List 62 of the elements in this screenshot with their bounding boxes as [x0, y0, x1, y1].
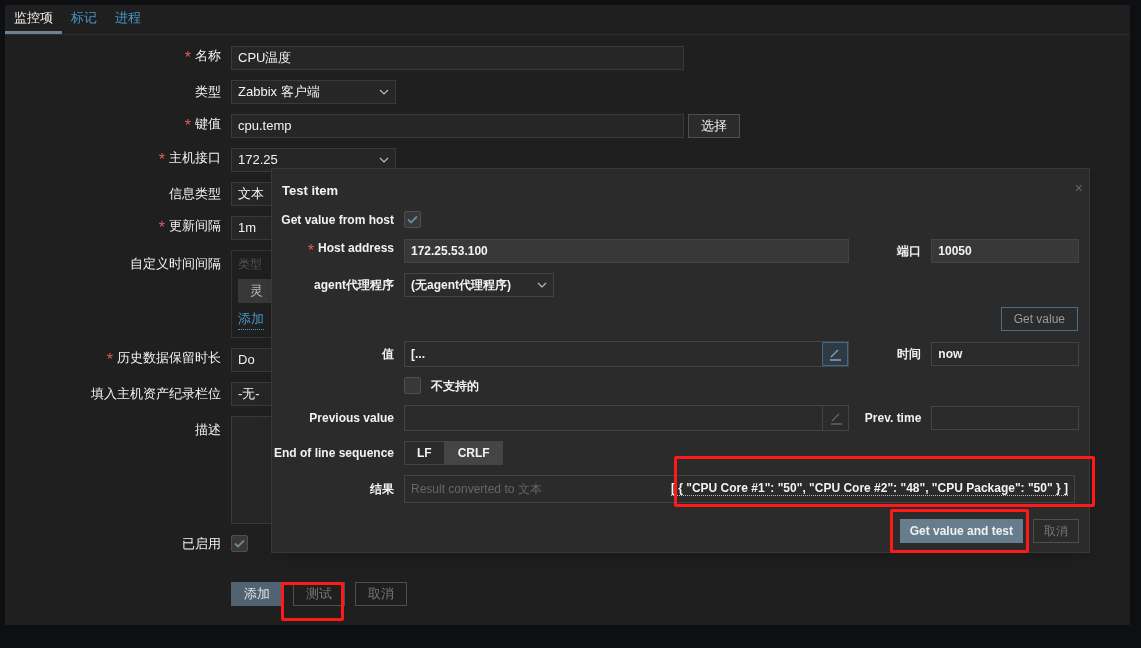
field-label: agent代理程序	[314, 276, 394, 294]
required-mark: *	[307, 240, 314, 261]
tab[interactable]: 进程	[106, 5, 150, 34]
checkbox[interactable]	[404, 211, 421, 228]
check-icon	[407, 215, 418, 224]
action-button[interactable]: 添加	[231, 581, 283, 606]
input-field[interactable]: now	[931, 341, 1079, 366]
input-field[interactable]: CPU温度	[231, 46, 684, 70]
get-value-button[interactable]: Get value	[1000, 306, 1078, 331]
field-label: 时间	[896, 345, 922, 363]
field-label: 更新间隔	[169, 217, 221, 235]
input-field[interactable]	[404, 404, 850, 431]
edit-button[interactable]	[822, 341, 849, 366]
select-field[interactable]: (无agent代理程序)	[404, 272, 554, 297]
action-button[interactable]: 测试	[293, 581, 345, 606]
field-label: 名称	[195, 47, 221, 65]
required-mark: *	[184, 48, 191, 68]
chevron-down-icon	[379, 157, 389, 163]
checkbox[interactable]	[404, 377, 421, 394]
select-button[interactable]: 选择	[688, 114, 740, 138]
segment-button[interactable]: LF	[404, 440, 445, 465]
required-mark: *	[106, 350, 113, 370]
input-field[interactable]: [...	[404, 340, 850, 367]
input-field[interactable]	[931, 405, 1079, 430]
field-label: Prev. time	[863, 409, 922, 427]
field-label: 描述	[195, 421, 221, 439]
field-label: 类型	[195, 83, 221, 102]
field-label: Previous value	[309, 409, 394, 427]
field-label: 信息类型	[169, 185, 221, 204]
select-field[interactable]: Zabbix 客户端	[231, 80, 396, 104]
field-label: 已启用	[182, 535, 221, 553]
input-field[interactable]: 172.25.53.100	[404, 238, 850, 263]
field-label: Get value from host	[281, 211, 394, 229]
chevron-down-icon	[379, 89, 389, 95]
action-button[interactable]: Get value and test	[899, 518, 1023, 543]
highlight-frame	[281, 582, 344, 621]
field-label: End of line sequence	[273, 444, 394, 462]
field-label: 历史数据保留时长	[117, 349, 221, 367]
input-field[interactable]: cpu.temp	[231, 114, 684, 138]
field-label: 结果	[370, 480, 394, 498]
check-icon	[234, 539, 245, 549]
field-label: 填入主机资产纪录栏位	[91, 385, 221, 404]
segment-button[interactable]: CRLF	[444, 440, 503, 465]
add-link[interactable]: 添加	[238, 309, 264, 330]
required-mark: *	[158, 218, 165, 238]
action-button[interactable]: 取消	[355, 581, 407, 606]
field-label: 主机接口	[169, 149, 221, 167]
tab[interactable]: 监控项	[5, 5, 62, 34]
field-label: 键值	[195, 115, 221, 133]
field-label: 值	[382, 345, 394, 363]
tab[interactable]: 标记	[62, 5, 106, 34]
checkbox-label: 不支持的	[431, 377, 479, 395]
field-value: [...	[410, 345, 426, 363]
input-field[interactable]: 10050	[931, 238, 1079, 263]
chevron-down-icon	[537, 281, 547, 288]
dialog-title: Test item	[282, 182, 339, 200]
field-label: Host address	[317, 239, 394, 257]
required-mark: *	[158, 150, 165, 170]
field-label: 端口	[896, 242, 922, 260]
field-label: 自定义时间间隔	[130, 255, 221, 273]
required-mark: *	[184, 116, 191, 136]
checkbox[interactable]	[231, 535, 248, 553]
